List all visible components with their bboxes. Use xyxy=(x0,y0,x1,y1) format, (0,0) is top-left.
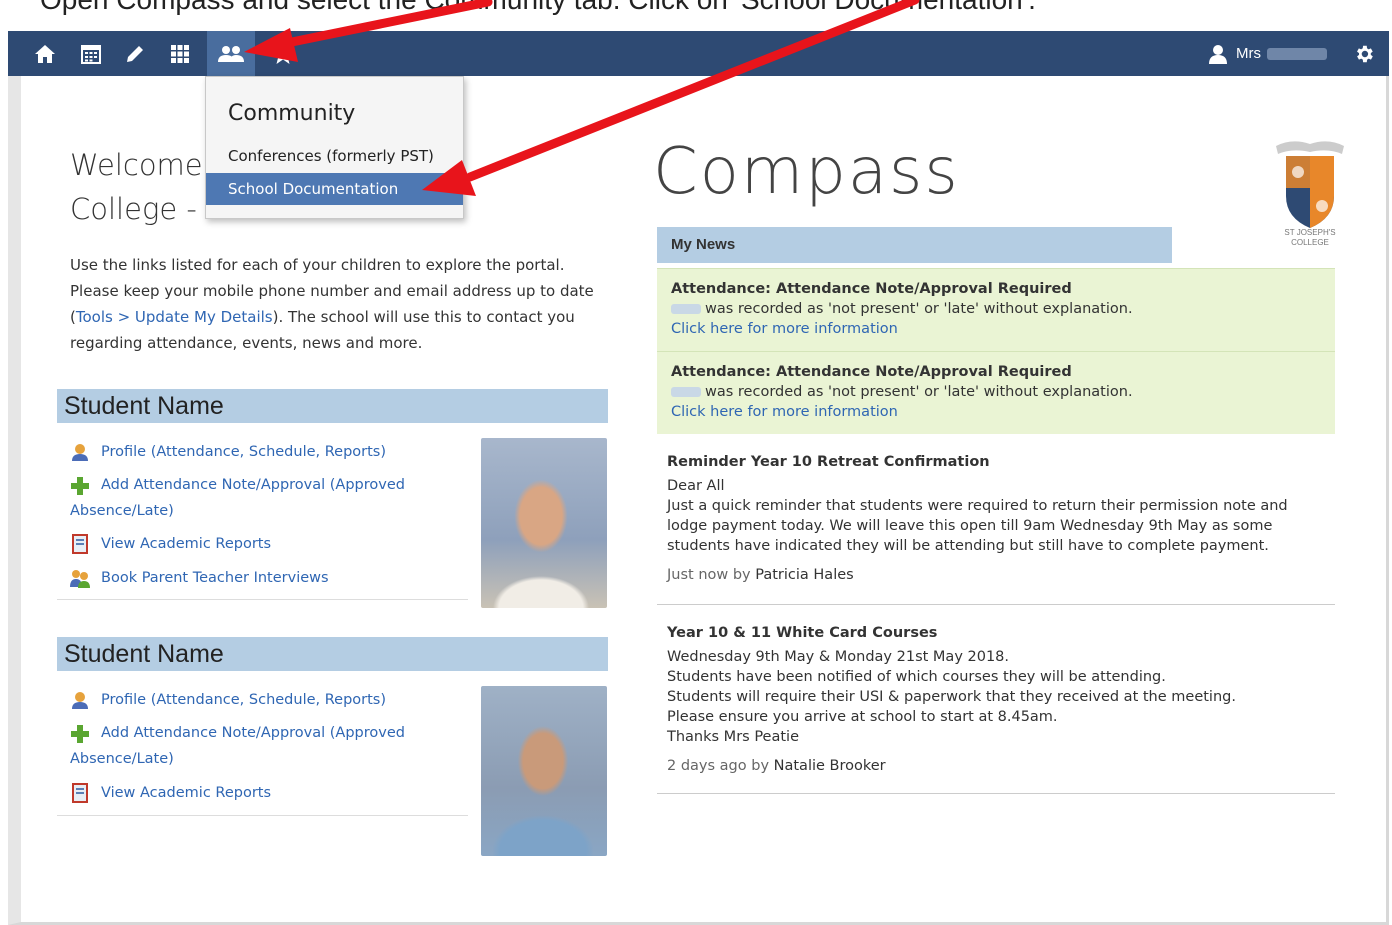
post-author: Patricia Hales xyxy=(755,567,854,583)
conferences-menu-item[interactable]: Conferences (formerly PST) xyxy=(206,140,463,172)
parent-teacher-interviews-link[interactable]: Book Parent Teacher Interviews xyxy=(101,565,329,591)
my-news-header: My News xyxy=(657,227,1172,263)
profile-icon xyxy=(72,444,88,461)
school-documentation-menu-item[interactable]: School Documentation xyxy=(206,173,463,205)
alert-title: Attendance: Attendance Note/Approval Req… xyxy=(671,364,1072,380)
redacted-name xyxy=(671,304,701,314)
grid-icon[interactable] xyxy=(163,37,197,71)
student-photo xyxy=(481,438,607,608)
intro-text: Use the links listed for each of your ch… xyxy=(70,256,594,352)
top-navbar: Mrs xyxy=(8,31,1389,76)
post-title[interactable]: Year 10 & 11 White Card Courses xyxy=(667,623,1325,643)
compass-logo-text: Compass xyxy=(653,135,960,209)
home-icon[interactable] xyxy=(28,37,62,71)
post-meta: 2 days ago by Natalie Brooker xyxy=(667,758,886,774)
student-name-heading: Student Name xyxy=(57,389,608,423)
post-meta: Just now by Patricia Hales xyxy=(667,567,854,583)
user-name-redacted xyxy=(1267,47,1327,60)
student-links: Profile (Attendance, Schedule, Reports) … xyxy=(57,686,468,816)
community-dropdown-menu: Community Conferences (formerly PST) Sch… xyxy=(205,76,464,219)
settings-gear-icon[interactable] xyxy=(1349,39,1379,69)
community-icon[interactable] xyxy=(207,31,255,76)
attendance-note-link[interactable]: Add Attendance Note/Approval (Approved A… xyxy=(70,720,430,772)
report-book-icon xyxy=(72,534,88,554)
profile-link[interactable]: Profile (Attendance, Schedule, Reports) xyxy=(101,687,386,713)
student-links: Profile (Attendance, Schedule, Reports) … xyxy=(57,438,468,600)
alert-title: Attendance: Attendance Note/Approval Req… xyxy=(671,281,1072,297)
dropdown-title: Community xyxy=(228,101,356,126)
news-alert: Attendance: Attendance Note/Approval Req… xyxy=(657,268,1335,351)
report-book-icon xyxy=(72,783,88,803)
user-prefix: Mrs xyxy=(1236,45,1261,62)
interview-people-icon xyxy=(70,570,90,588)
post-line: Students have been notified of which cou… xyxy=(667,669,1166,685)
post-author: Natalie Brooker xyxy=(773,758,886,774)
academic-reports-link[interactable]: View Academic Reports xyxy=(101,531,271,557)
more-info-link[interactable]: Click here for more information xyxy=(671,402,1321,422)
more-info-link[interactable]: Click here for more information xyxy=(671,319,1321,339)
post-title[interactable]: Reminder Year 10 Retreat Confirmation xyxy=(667,452,1325,472)
user-menu[interactable]: Mrs xyxy=(1208,44,1327,64)
user-icon xyxy=(1209,44,1227,64)
profile-link[interactable]: Profile (Attendance, Schedule, Reports) xyxy=(101,439,386,465)
student-name-heading: Student Name xyxy=(57,637,608,671)
alert-text: was recorded as 'not present' or 'late' … xyxy=(705,301,1133,317)
school-name-text: ST JOSEPH'S COLLEGE xyxy=(1284,228,1336,247)
attendance-note-link[interactable]: Add Attendance Note/Approval (Approved A… xyxy=(70,472,430,524)
update-details-link[interactable]: Tools > Update My Details xyxy=(76,308,273,326)
post-line: Thanks Mrs Peatie xyxy=(667,729,799,745)
news-post: Year 10 & 11 White Card Courses Wednesda… xyxy=(657,623,1335,794)
profile-icon xyxy=(72,692,88,709)
student-photo xyxy=(481,686,607,856)
instruction-text: Open Compass and select the Community ta… xyxy=(0,0,1392,15)
post-line: Dear All xyxy=(667,478,725,494)
star-icon[interactable] xyxy=(266,37,300,71)
post-line: Just a quick reminder that students were… xyxy=(667,498,1288,554)
pencil-icon[interactable] xyxy=(118,37,152,71)
post-line: Wednesday 9th May & Monday 21st May 2018… xyxy=(667,649,1010,665)
redacted-name xyxy=(671,387,701,397)
post-line: Students will require their USI & paperw… xyxy=(667,689,1236,705)
calendar-icon[interactable] xyxy=(74,37,108,71)
post-line: Please ensure you arrive at school to st… xyxy=(667,709,1058,725)
alert-text: was recorded as 'not present' or 'late' … xyxy=(705,384,1133,400)
academic-reports-link[interactable]: View Academic Reports xyxy=(101,780,271,806)
news-alert: Attendance: Attendance Note/Approval Req… xyxy=(657,351,1335,434)
news-post: Reminder Year 10 Retreat Confirmation De… xyxy=(657,452,1335,605)
